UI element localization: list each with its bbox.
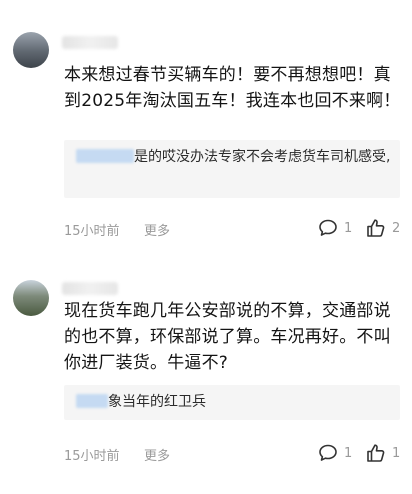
reply-count: 1: [344, 220, 353, 236]
reply-preview[interactable]: 是的哎没办法专家不会考虑货车司机感受,: [64, 140, 400, 198]
thumbs-up-icon: [366, 218, 386, 238]
reply-count: 1: [344, 445, 353, 461]
comment-text: 本来想过春节买辆车的！要不再想想吧！真到2025年淘汰国五车！我连本也回不来啊！: [64, 65, 401, 111]
reply-username-redacted: [76, 394, 108, 408]
like-count: 1: [392, 445, 401, 461]
like-count: 2: [392, 220, 401, 236]
comment-time: 15小时前: [64, 449, 120, 464]
avatar[interactable]: [13, 32, 49, 68]
reply-button[interactable]: 1: [318, 218, 352, 238]
reply-button[interactable]: 1: [318, 443, 352, 463]
thumbs-up-icon: [366, 443, 386, 463]
reply-preview[interactable]: 象当年的红卫兵: [64, 385, 400, 420]
comment-meta: 15小时前 更多 1 1: [64, 443, 404, 464]
like-button[interactable]: 1: [366, 443, 400, 463]
comment-item: 现在货车跑几年公安部说的不算，交通部说的也不算，环保部说了算。车况再好。不叫你进…: [0, 262, 412, 494]
more-button[interactable]: 更多: [144, 445, 170, 464]
comment-bubble-icon: [318, 444, 338, 462]
comment-meta: 15小时前 更多 1 2: [64, 218, 404, 239]
comment-time: 15小时前: [64, 224, 120, 239]
reply-text: 象当年的红卫兵: [108, 394, 206, 410]
comment-bubble-icon: [318, 219, 338, 237]
like-button[interactable]: 2: [366, 218, 400, 238]
username-redacted[interactable]: [62, 282, 118, 295]
comment-item: 本来想过春节买辆车的！要不再想想吧！真到2025年淘汰国五车！我连本也回不来啊！…: [0, 0, 412, 248]
username-redacted[interactable]: [62, 36, 118, 49]
more-button[interactable]: 更多: [144, 220, 170, 239]
avatar[interactable]: [13, 280, 49, 316]
comment-text: 现在货车跑几年公安部说的不算，交通部说的也不算，环保部说了算。车况再好。不叫你进…: [64, 301, 391, 373]
reply-text: 是的哎没办法专家不会考虑货车司机感受,: [134, 149, 391, 165]
